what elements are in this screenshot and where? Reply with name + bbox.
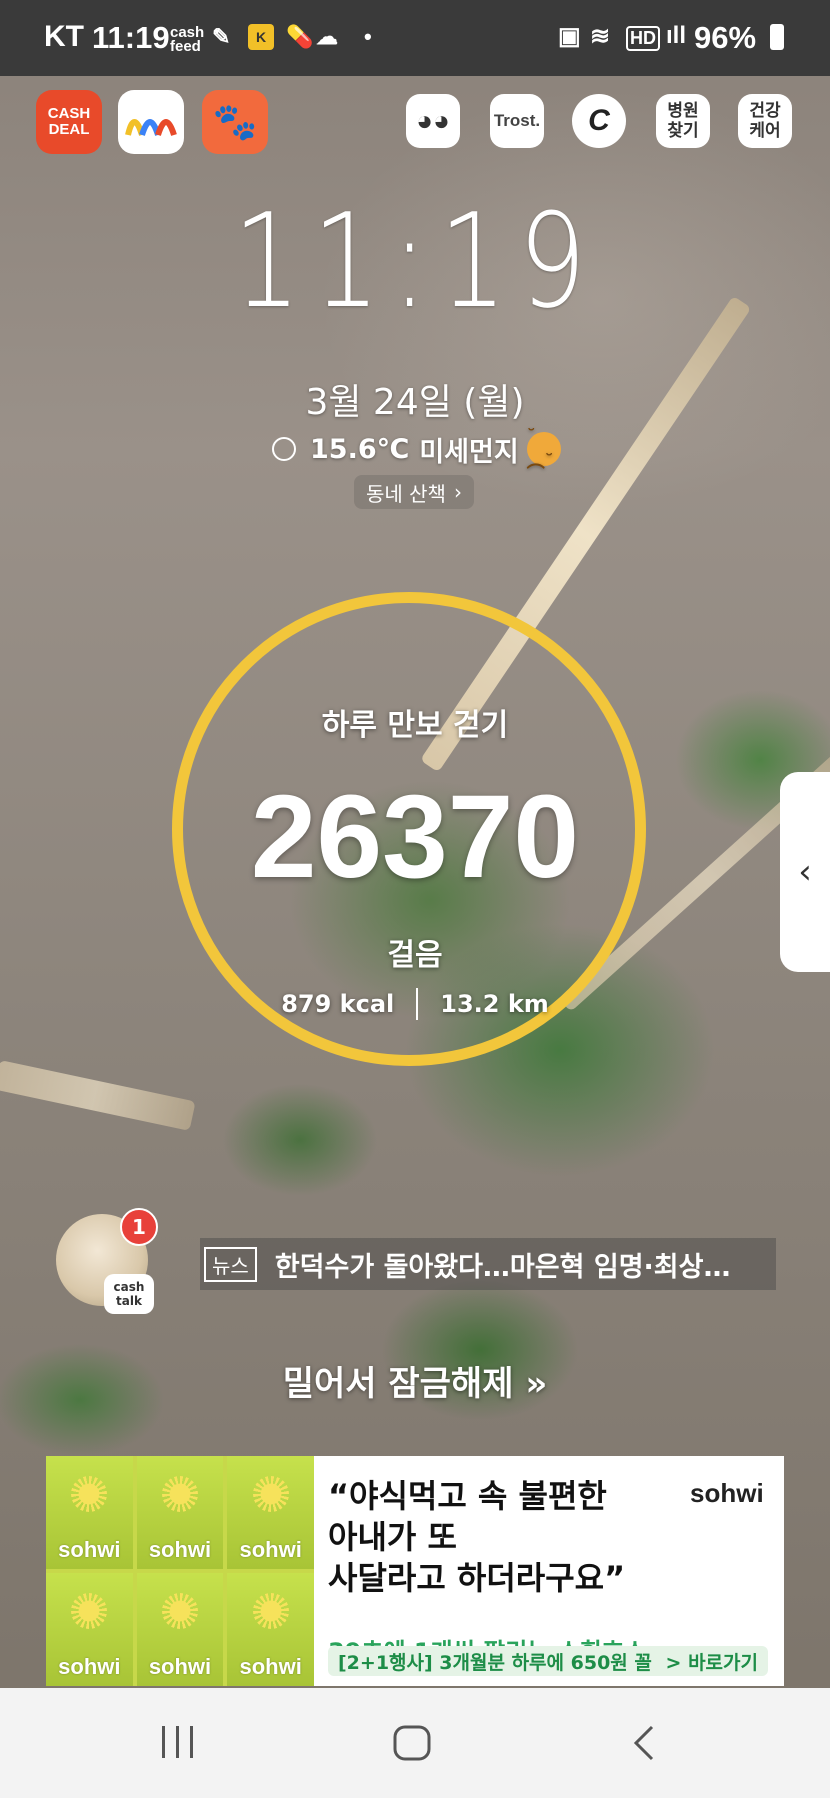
- weather-widget[interactable]: 15.6℃ 미세먼지 ˘︵˘: [272, 426, 561, 472]
- ad-brand: sohwi: [690, 1478, 764, 1508]
- doge-app-icon[interactable]: ◕◕: [406, 94, 460, 148]
- ad-headline-line: “야식먹고 속 불편한: [328, 1477, 607, 1515]
- feather-icon: ✎: [212, 24, 231, 49]
- status-time: 11:19: [92, 20, 170, 55]
- mm-logo-icon: [125, 119, 177, 136]
- back-button[interactable]: [630, 1724, 660, 1766]
- home-button[interactable]: [392, 1724, 432, 1766]
- c-app-icon[interactable]: C: [572, 94, 626, 148]
- ad-cta-go: > 바로가기: [665, 1651, 758, 1674]
- hd-icon: HD: [626, 26, 660, 51]
- walk-link-label: 동네 산책: [366, 481, 446, 506]
- sun-icon: [272, 437, 296, 461]
- wifi-icon: ≋: [590, 23, 611, 50]
- product-box: sohwi: [46, 1456, 133, 1569]
- hospital-finder-app-icon[interactable]: 병원 찾기: [656, 94, 710, 148]
- product-box: sohwi: [136, 1573, 224, 1686]
- unlock-label: 밀어서 잠금해제: [282, 1364, 514, 1404]
- c-logo-icon: C: [588, 104, 610, 137]
- cash-deal-label: CASH DEAL: [47, 105, 91, 138]
- cloud-icon: ☁: [316, 24, 338, 49]
- cashtalk-label: cash talk: [104, 1274, 154, 1314]
- battery-percent: 96%: [694, 20, 757, 55]
- lock-clock-text: 11:19: [232, 185, 598, 337]
- double-chevron-right-icon: »: [525, 1364, 548, 1404]
- product-box: sohwi: [46, 1573, 133, 1686]
- dog-face-icon: ◕◕: [416, 105, 450, 136]
- ad-headline-line: 사달라고 하더라구요”: [328, 1559, 626, 1597]
- ad-cta-offer: [2+1행사] 3개월분 하루에 650원 꼴: [338, 1651, 652, 1674]
- home-icon: [393, 1725, 431, 1761]
- battery-icon: [770, 24, 784, 50]
- news-ticker[interactable]: 뉴스 한덕수가 돌아왔다…마은혁 임명·최상…: [200, 1238, 776, 1290]
- ad-banner[interactable]: sohwi sohwi sohwi sohwi sohwi sohwi “야식먹…: [46, 1456, 784, 1686]
- kcal-value: 879 kcal: [281, 990, 395, 1018]
- step-widget-title: 하루 만보 걷기: [321, 708, 509, 743]
- ad-product-image: sohwi sohwi sohwi sohwi sohwi sohwi: [46, 1456, 314, 1686]
- recent-apps-button[interactable]: [158, 1724, 198, 1764]
- notification-badge: 1: [120, 1208, 158, 1246]
- cashfeed-icon: cash feed: [170, 24, 205, 55]
- mm-app-icon[interactable]: [118, 90, 184, 154]
- lock-date: 3월 24일 (월): [305, 382, 525, 423]
- stats-divider: [416, 988, 419, 1020]
- more-dot-icon: •: [364, 24, 372, 49]
- hospital-finder-label: 병원 찾기: [667, 101, 699, 140]
- step-count: 26370: [250, 771, 580, 903]
- ad-headline: “야식먹고 속 불편한 아내가 또 사달라고 하더라구요”: [328, 1476, 658, 1599]
- news-tag: 뉴스: [204, 1246, 257, 1282]
- carrier-label: KT: [44, 20, 84, 53]
- walk-link-button[interactable]: 동네 산책 ›: [354, 475, 474, 509]
- cash-deal-app-icon[interactable]: CASH DEAL: [36, 90, 102, 154]
- status-bar: KT 11:19 cash feed ✎ K 💊 ☁ • ▣ ≋ HD ıll 9…: [0, 0, 830, 76]
- paw-app-icon[interactable]: 🐾: [202, 90, 268, 154]
- ad-cta-button[interactable]: [2+1행사] 3개월분 하루에 650원 꼴 > 바로가기: [328, 1646, 768, 1676]
- lock-clock: 11:19: [0, 196, 830, 326]
- weather-temp: 15.6℃: [310, 433, 410, 465]
- sync-icon: ▣: [558, 23, 581, 50]
- chevron-left-icon: ‹: [798, 852, 812, 892]
- weather-dust-label: 미세먼지: [419, 436, 519, 468]
- trost-app-icon[interactable]: Trost.: [490, 94, 544, 148]
- health-care-app-icon[interactable]: 건강 케어: [738, 94, 792, 148]
- distance-value: 13.2 km: [440, 990, 549, 1018]
- step-stats: 879 kcal 13.2 km: [0, 988, 830, 1020]
- news-headline: 한덕수가 돌아왔다…마은혁 임명·최상…: [274, 1251, 731, 1283]
- recent-apps-icon: [162, 1726, 193, 1758]
- app-notification-icon: K: [248, 24, 274, 50]
- product-box: sohwi: [227, 1456, 314, 1569]
- navigation-bar: [0, 1688, 830, 1798]
- signal-icon: ıll: [666, 22, 687, 49]
- ad-headline-line: 아내가 또: [328, 1518, 457, 1556]
- sad-face-icon: ˘︵˘: [526, 426, 561, 472]
- product-box: sohwi: [136, 1456, 224, 1569]
- edge-panel-handle[interactable]: ‹: [780, 772, 830, 972]
- paw-icon: 🐾: [212, 101, 258, 142]
- pill-icon: 💊: [286, 24, 314, 49]
- chevron-right-icon: ›: [453, 480, 462, 504]
- product-box: sohwi: [227, 1573, 314, 1686]
- trost-label: Trost.: [493, 111, 541, 130]
- back-icon: [633, 1725, 654, 1761]
- swipe-to-unlock[interactable]: 밀어서 잠금해제 »: [0, 1356, 830, 1405]
- health-care-label: 건강 케어: [749, 101, 781, 140]
- step-unit: 걸음: [387, 938, 443, 973]
